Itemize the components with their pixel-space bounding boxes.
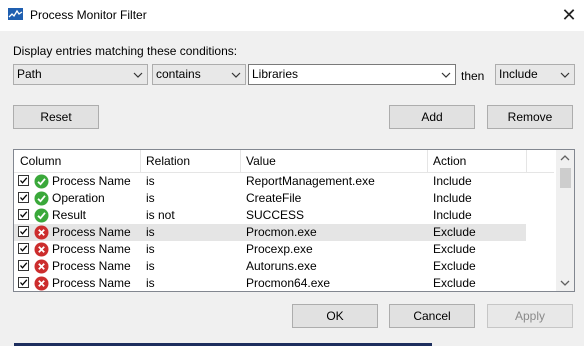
dialog-body: Display entries matching these condition… <box>0 31 584 343</box>
include-check-icon <box>34 174 49 189</box>
remove-button[interactable]: Remove <box>487 105 573 129</box>
row-relation-cell: is <box>146 276 155 290</box>
row-value-cell: CreateFile <box>246 191 302 205</box>
row-action-cell: Include <box>433 174 472 188</box>
row-value-cell: ReportManagement.exe <box>246 174 375 188</box>
close-button[interactable]: ✕ <box>554 0 584 30</box>
exclude-x-icon <box>34 225 49 240</box>
reset-button[interactable]: Reset <box>13 105 99 129</box>
process-monitor-icon <box>8 8 23 20</box>
row-value-cell: Autoruns.exe <box>246 259 317 273</box>
table-row[interactable]: Process Name is Procexp.exe Exclude <box>14 241 526 258</box>
value-combobox-text: Libraries <box>252 67 299 81</box>
relation-dropdown-value: contains <box>156 67 201 81</box>
action-dropdown[interactable]: Include <box>495 64 575 85</box>
window-title: Process Monitor Filter <box>30 8 147 22</box>
row-checkbox[interactable] <box>18 226 29 237</box>
row-checkbox[interactable] <box>18 175 29 186</box>
table-row[interactable]: Process Name is ReportManagement.exe Includ… <box>14 173 526 190</box>
row-action-cell: Include <box>433 191 472 205</box>
table-row[interactable]: Process Name is Autoruns.exe Exclude <box>14 258 526 275</box>
filter-list[interactable]: Column Relation Value Action Process Nam… <box>13 149 575 292</box>
table-row[interactable]: Operation is CreateFile Include <box>14 190 526 207</box>
ok-button[interactable]: OK <box>292 304 378 328</box>
header-divider[interactable] <box>140 150 141 172</box>
row-checkbox[interactable] <box>18 277 29 288</box>
row-relation-cell: is <box>146 225 155 239</box>
row-action-cell: Exclude <box>433 242 476 256</box>
exclude-x-icon <box>34 242 49 257</box>
row-column-cell: Operation <box>52 191 105 205</box>
chevron-down-icon <box>231 72 241 78</box>
row-checkbox[interactable] <box>18 260 29 271</box>
row-column-cell: Process Name <box>52 276 131 290</box>
cancel-button[interactable]: Cancel <box>389 304 475 328</box>
action-dropdown-value: Include <box>499 67 538 81</box>
row-relation-cell: is <box>146 259 155 273</box>
column-header-relation[interactable]: Relation <box>146 154 190 168</box>
row-column-cell: Process Name <box>52 259 131 273</box>
checkmark-icon <box>20 177 28 184</box>
column-dropdown[interactable]: Path <box>13 64 148 85</box>
row-action-cell: Include <box>433 208 472 222</box>
then-label: then <box>461 69 485 83</box>
row-value-cell: Procmon.exe <box>246 225 317 239</box>
column-header-value[interactable]: Value <box>246 154 276 168</box>
scroll-down-icon[interactable] <box>556 274 574 291</box>
row-relation-cell: is <box>146 174 155 188</box>
checkmark-icon <box>20 211 28 218</box>
chevron-down-icon <box>560 72 570 78</box>
conditions-label: Display entries matching these condition… <box>13 44 238 58</box>
column-dropdown-value: Path <box>17 67 42 81</box>
chevron-down-icon <box>441 72 451 78</box>
row-relation-cell: is not <box>146 208 175 222</box>
chevron-down-icon <box>133 72 143 78</box>
row-action-cell: Exclude <box>433 276 476 290</box>
row-column-cell: Process Name <box>52 174 131 188</box>
row-column-cell: Process Name <box>52 242 131 256</box>
table-row[interactable]: Process Name is Procmon.exe Exclude <box>14 224 526 241</box>
checkmark-icon <box>20 194 28 201</box>
include-check-icon <box>34 191 49 206</box>
header-divider[interactable] <box>526 150 527 172</box>
row-column-cell: Process Name <box>52 225 131 239</box>
row-action-cell: Exclude <box>433 259 476 273</box>
relation-dropdown[interactable]: contains <box>152 64 246 85</box>
list-header: Column Relation Value Action <box>14 150 554 173</box>
table-row[interactable]: Result is not SUCCESS Include <box>14 207 526 224</box>
row-checkbox[interactable] <box>18 209 29 220</box>
row-value-cell: Procmon64.exe <box>246 276 331 290</box>
row-action-cell: Exclude <box>433 225 476 239</box>
exclude-x-icon <box>34 276 49 291</box>
column-header-action[interactable]: Action <box>433 154 466 168</box>
exclude-x-icon <box>34 259 49 274</box>
row-value-cell: Procexp.exe <box>246 242 313 256</box>
row-relation-cell: is <box>146 242 155 256</box>
include-check-icon <box>34 208 49 223</box>
title-bar: Process Monitor Filter ✕ <box>0 0 584 31</box>
value-combobox[interactable]: Libraries <box>248 64 456 85</box>
checkmark-icon <box>20 279 28 286</box>
checkmark-icon <box>20 228 28 235</box>
row-value-cell: SUCCESS <box>246 208 305 222</box>
row-checkbox[interactable] <box>18 243 29 254</box>
add-button[interactable]: Add <box>389 105 475 129</box>
checkmark-icon <box>20 262 28 269</box>
table-row[interactable]: Process Name is Procmon64.exe Exclude <box>14 275 526 291</box>
checkmark-icon <box>20 245 28 252</box>
row-checkbox[interactable] <box>18 192 29 203</box>
row-relation-cell: is <box>146 191 155 205</box>
row-column-cell: Result <box>52 208 87 222</box>
apply-button[interactable]: Apply <box>487 304 573 328</box>
column-header-column[interactable]: Column <box>20 154 61 168</box>
vertical-scrollbar[interactable] <box>556 150 574 291</box>
scroll-up-icon[interactable] <box>556 150 574 167</box>
header-divider[interactable] <box>240 150 241 172</box>
header-divider[interactable] <box>427 150 428 172</box>
scrollbar-thumb[interactable] <box>560 168 571 188</box>
